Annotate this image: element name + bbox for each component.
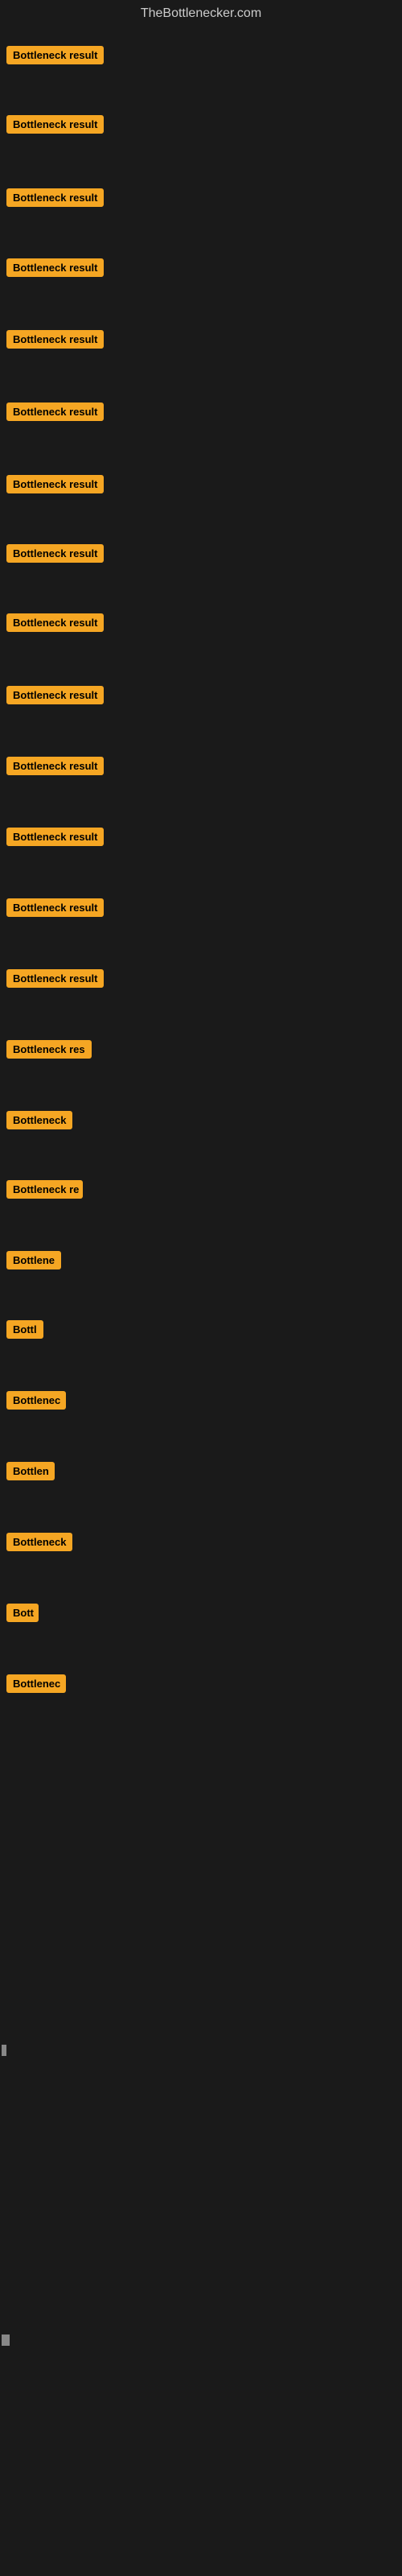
- bottleneck-row: Bottleneck re: [3, 1180, 83, 1203]
- bottleneck-badge[interactable]: Bott: [6, 1604, 39, 1622]
- bottleneck-badge[interactable]: Bottleneck re: [6, 1180, 83, 1199]
- bottleneck-badge[interactable]: Bottleneck: [6, 1533, 72, 1551]
- bottleneck-row: Bottlen: [3, 1462, 55, 1484]
- bottleneck-row: Bottleneck result: [3, 115, 104, 138]
- bottleneck-row: Bottleneck result: [3, 544, 104, 567]
- marker: [2, 2045, 6, 2056]
- bottleneck-badge[interactable]: Bottlenec: [6, 1391, 66, 1410]
- bottleneck-row: Bottleneck result: [3, 898, 104, 921]
- bottleneck-badge[interactable]: Bottleneck result: [6, 330, 104, 349]
- bottleneck-row: Bottleneck result: [3, 475, 104, 497]
- bottleneck-badge[interactable]: Bottleneck result: [6, 188, 104, 207]
- bottleneck-badge[interactable]: Bottlenec: [6, 1674, 66, 1693]
- bottleneck-row: Bottlenec: [3, 1674, 66, 1697]
- bottleneck-badge[interactable]: Bottleneck result: [6, 969, 104, 988]
- bottleneck-badge[interactable]: Bottleneck res: [6, 1040, 92, 1059]
- bottleneck-badge[interactable]: Bottleneck result: [6, 898, 104, 917]
- bottleneck-badge[interactable]: Bottleneck result: [6, 613, 104, 632]
- bottleneck-badge[interactable]: Bottleneck result: [6, 475, 104, 493]
- bottleneck-row: Bottleneck result: [3, 828, 104, 850]
- bottleneck-badge[interactable]: Bottleneck result: [6, 46, 104, 64]
- site-header: TheBottlenecker.com: [0, 0, 402, 27]
- bottleneck-row: Bottleneck res: [3, 1040, 92, 1063]
- site-title: TheBottlenecker.com: [0, 0, 402, 27]
- marker-2: [2, 2334, 10, 2346]
- bottleneck-badge[interactable]: Bottleneck result: [6, 258, 104, 277]
- bottleneck-badge[interactable]: Bottleneck result: [6, 757, 104, 775]
- bottleneck-row: Bottleneck result: [3, 188, 104, 211]
- bottleneck-row: Bottleneck: [3, 1111, 72, 1133]
- bottleneck-row: Bottlene: [3, 1251, 61, 1274]
- bottleneck-row: Bottl: [3, 1320, 43, 1343]
- bottleneck-row: Bottleneck result: [3, 258, 104, 281]
- bottleneck-row: Bottleneck result: [3, 757, 104, 779]
- bottleneck-badge[interactable]: Bottleneck result: [6, 402, 104, 421]
- bottleneck-row: Bottleneck result: [3, 613, 104, 636]
- bottleneck-row: Bottleneck result: [3, 969, 104, 992]
- bottleneck-row: Bottleneck result: [3, 46, 104, 68]
- bottleneck-badge[interactable]: Bottleneck: [6, 1111, 72, 1129]
- bottleneck-badge[interactable]: Bottlene: [6, 1251, 61, 1269]
- bottleneck-badge[interactable]: Bottleneck result: [6, 686, 104, 704]
- bottleneck-row: Bottleneck result: [3, 686, 104, 708]
- bottleneck-badge[interactable]: Bottleneck result: [6, 115, 104, 134]
- bottleneck-badge[interactable]: Bottleneck result: [6, 828, 104, 846]
- bottleneck-row: Bottlenec: [3, 1391, 66, 1414]
- bottleneck-badge[interactable]: Bottleneck result: [6, 544, 104, 563]
- bottleneck-badge[interactable]: Bottlen: [6, 1462, 55, 1480]
- bottleneck-row: Bottleneck result: [3, 330, 104, 353]
- bottleneck-row: Bott: [3, 1604, 39, 1626]
- bottleneck-row: Bottleneck: [3, 1533, 72, 1555]
- bottleneck-badge[interactable]: Bottl: [6, 1320, 43, 1339]
- bottleneck-row: Bottleneck result: [3, 402, 104, 425]
